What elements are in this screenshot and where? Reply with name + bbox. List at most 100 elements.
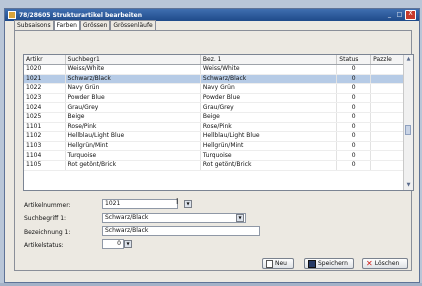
cell-bezeichnung: Hellgrün/Mint bbox=[200, 141, 338, 152]
artikelnummer-label: Artikelnummer: bbox=[24, 202, 71, 209]
minimize-button[interactable]: _ bbox=[385, 11, 394, 19]
cell-bezeichnung: Grau/Grey bbox=[200, 102, 338, 113]
table-row[interactable]: 1020 Weiss/White Weiss/White 0 bbox=[24, 64, 405, 75]
save-button-label: Speichern bbox=[318, 260, 348, 267]
table-row[interactable]: 1025 Beige Beige 0 bbox=[24, 112, 405, 123]
suchbegriff-dropdown-icon[interactable]: ▼ bbox=[236, 214, 244, 222]
cell-artikel: 1025 bbox=[24, 112, 66, 123]
new-button[interactable]: Neu bbox=[262, 258, 294, 269]
cell-artikel: 1102 bbox=[24, 131, 66, 142]
column-header-suchbegr1[interactable]: Suchbegr1 bbox=[65, 55, 201, 65]
cell-bezeichnung: Weiss/White bbox=[200, 64, 338, 75]
artikelstatus-label: Artikelstatus: bbox=[24, 242, 64, 249]
cell-status: 0 bbox=[336, 160, 372, 171]
cell-pazzle bbox=[370, 160, 405, 171]
delete-button-label: Löschen bbox=[374, 260, 400, 267]
cell-bezeichnung: Powder Blue bbox=[200, 93, 338, 104]
cell-artikel: 1105 bbox=[24, 160, 66, 171]
bezeichnung-label: Bezeichnung 1: bbox=[24, 229, 71, 236]
column-header-artikr[interactable]: Artikr bbox=[24, 55, 66, 65]
cell-pazzle bbox=[370, 112, 405, 123]
cell-pazzle bbox=[370, 83, 405, 94]
colors-grid[interactable]: Artikr Suchbegr1 Bez. 1 Status Pazzle 10… bbox=[23, 54, 414, 191]
cell-pazzle bbox=[370, 74, 405, 85]
table-row[interactable]: 1105 Rot getönt/Brick Rot getönt/Brick 0 bbox=[24, 160, 405, 171]
cell-suchbegriff: Navy Grün bbox=[65, 83, 201, 94]
cell-pazzle bbox=[370, 141, 405, 152]
cell-artikel: 1023 bbox=[24, 93, 66, 104]
cell-status: 0 bbox=[336, 74, 372, 85]
cell-bezeichnung: Rose/Pink bbox=[200, 122, 338, 133]
table-row[interactable]: 1103 Hellgrün/Mint Hellgrün/Mint 0 bbox=[24, 141, 405, 152]
cell-pazzle bbox=[370, 122, 405, 133]
column-header-bez1[interactable]: Bez. 1 bbox=[200, 55, 338, 65]
cell-suchbegriff: Beige bbox=[65, 112, 201, 123]
cell-status: 0 bbox=[336, 112, 372, 123]
cell-status: 0 bbox=[336, 83, 372, 94]
table-row[interactable]: 1101 Rose/Pink Rose/Pink 0 bbox=[24, 122, 405, 133]
cell-artikel: 1020 bbox=[24, 64, 66, 75]
cell-suchbegriff: Rose/Pink bbox=[65, 122, 201, 133]
table-row-selected[interactable]: 1021 Schwarz/Black Schwarz/Black 0 bbox=[24, 74, 405, 85]
artikelstatus-dropdown-icon[interactable]: ▼ bbox=[124, 240, 132, 248]
cell-artikel: 1024 bbox=[24, 102, 66, 113]
cell-status: 0 bbox=[336, 122, 372, 133]
delete-x-icon: ✕ bbox=[366, 258, 373, 268]
cell-bezeichnung: Schwarz/Black bbox=[200, 74, 338, 85]
cell-suchbegriff: Rot getönt/Brick bbox=[65, 160, 201, 171]
suchbegriff-label: Suchbegriff 1: bbox=[24, 215, 67, 222]
cell-status: 0 bbox=[336, 64, 372, 75]
cell-pazzle bbox=[370, 64, 405, 75]
cell-artikel: 1101 bbox=[24, 122, 66, 133]
cell-bezeichnung: Beige bbox=[200, 112, 338, 123]
table-header-row: Artikr Suchbegr1 Bez. 1 Status Pazzle bbox=[24, 55, 405, 65]
table-row[interactable]: 1102 Hellblau/Light Blue Hellblau/Light Bl… bbox=[24, 131, 405, 142]
cell-status: 0 bbox=[336, 141, 372, 152]
cell-pazzle bbox=[370, 93, 405, 104]
cell-bezeichnung: Hellblau/Light Blue bbox=[200, 131, 338, 142]
suchbegriff-select[interactable]: Schwarz/Black bbox=[102, 213, 246, 223]
column-header-status[interactable]: Status bbox=[336, 55, 372, 65]
cell-pazzle bbox=[370, 150, 405, 161]
cell-suchbegriff: Powder Blue bbox=[65, 93, 201, 104]
scroll-down-icon[interactable]: ▼ bbox=[404, 181, 413, 190]
close-button[interactable]: X bbox=[405, 10, 416, 20]
scroll-up-icon[interactable]: ▲ bbox=[404, 55, 413, 64]
cell-bezeichnung: Rot getönt/Brick bbox=[200, 160, 338, 171]
window-title: 78/28605 Strukturartikel bearbeiten bbox=[19, 11, 142, 19]
cell-artikel: 1022 bbox=[24, 83, 66, 94]
delete-button[interactable]: ✕ Löschen bbox=[362, 258, 408, 269]
artikelstatus-input[interactable]: 0 bbox=[102, 239, 124, 249]
table-row[interactable]: 1023 Powder Blue Powder Blue 0 bbox=[24, 93, 405, 104]
text-cursor-icon: Ⅰ bbox=[176, 197, 179, 206]
grid-vertical-scrollbar[interactable]: ▲ ▼ bbox=[403, 55, 413, 190]
cell-pazzle bbox=[370, 131, 405, 142]
table-row[interactable]: 1104 Turquoise Turquoise 0 bbox=[24, 150, 405, 161]
maximize-button[interactable]: □ bbox=[395, 11, 404, 19]
cell-bezeichnung: Navy Grün bbox=[200, 83, 338, 94]
cell-status: 0 bbox=[336, 93, 372, 104]
save-disk-icon bbox=[308, 259, 316, 268]
artikelnummer-input[interactable]: 1021 bbox=[102, 199, 178, 209]
table-row[interactable]: 1022 Navy Grün Navy Grün 0 bbox=[24, 83, 405, 94]
scroll-thumb[interactable] bbox=[405, 125, 411, 135]
cell-suchbegriff: Schwarz/Black bbox=[65, 74, 201, 85]
table-row[interactable]: 1024 Grau/Grey Grau/Grey 0 bbox=[24, 102, 405, 113]
new-document-icon bbox=[266, 259, 273, 268]
save-button[interactable]: Speichern bbox=[304, 258, 354, 269]
cell-artikel: 1104 bbox=[24, 150, 66, 161]
cell-suchbegriff: Hellblau/Light Blue bbox=[65, 131, 201, 142]
cell-suchbegriff: Turquoise bbox=[65, 150, 201, 161]
cell-status: 0 bbox=[336, 150, 372, 161]
cell-bezeichnung: Turquoise bbox=[200, 150, 338, 161]
app-icon bbox=[8, 11, 16, 19]
cell-pazzle bbox=[370, 102, 405, 113]
cell-artikel: 1103 bbox=[24, 141, 66, 152]
bezeichnung-input[interactable]: Schwarz/Black bbox=[102, 226, 260, 236]
new-button-label: Neu bbox=[275, 260, 287, 267]
cell-artikel: 1021 bbox=[24, 74, 66, 85]
column-header-pazzle[interactable]: Pazzle bbox=[370, 55, 405, 65]
cell-status: 0 bbox=[336, 102, 372, 113]
colors-table: Artikr Suchbegr1 Bez. 1 Status Pazzle 10… bbox=[24, 55, 405, 171]
artikelnummer-dropdown-icon[interactable]: ▼ bbox=[184, 200, 192, 208]
